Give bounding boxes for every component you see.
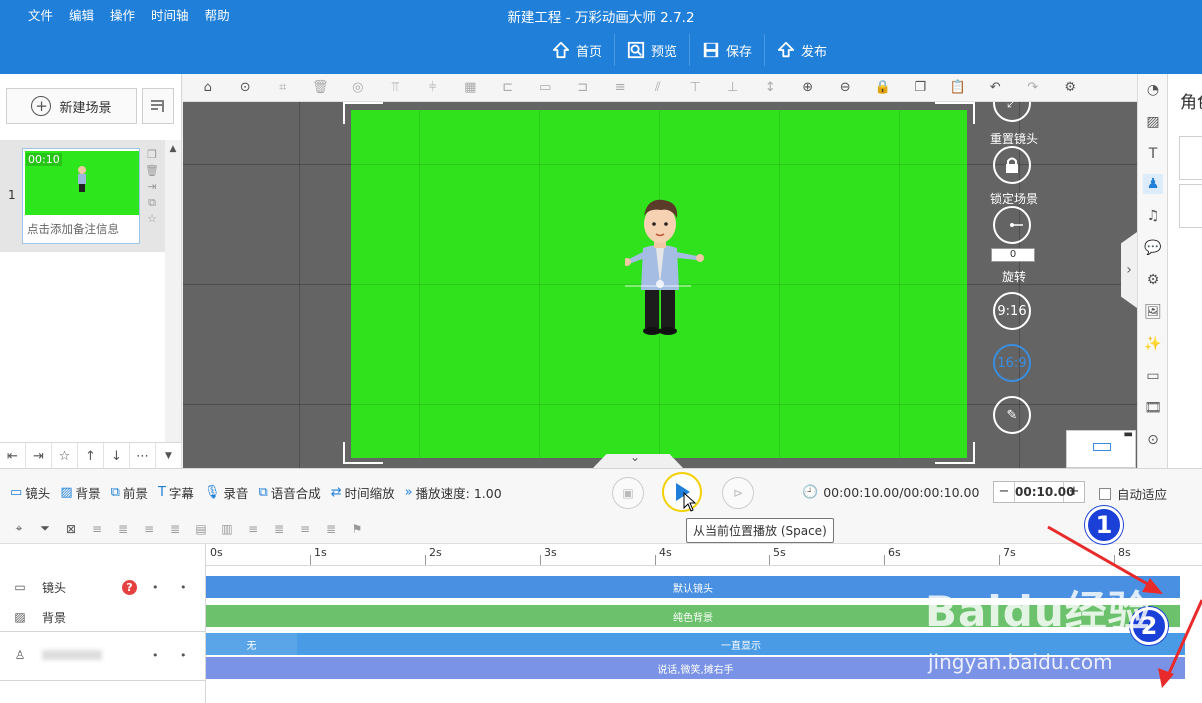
annotation-badge-1: 1: [1085, 506, 1123, 544]
watermark: Baidu经验: [925, 587, 1151, 636]
watermark-url: jingyan.baidu.com: [928, 650, 1113, 674]
